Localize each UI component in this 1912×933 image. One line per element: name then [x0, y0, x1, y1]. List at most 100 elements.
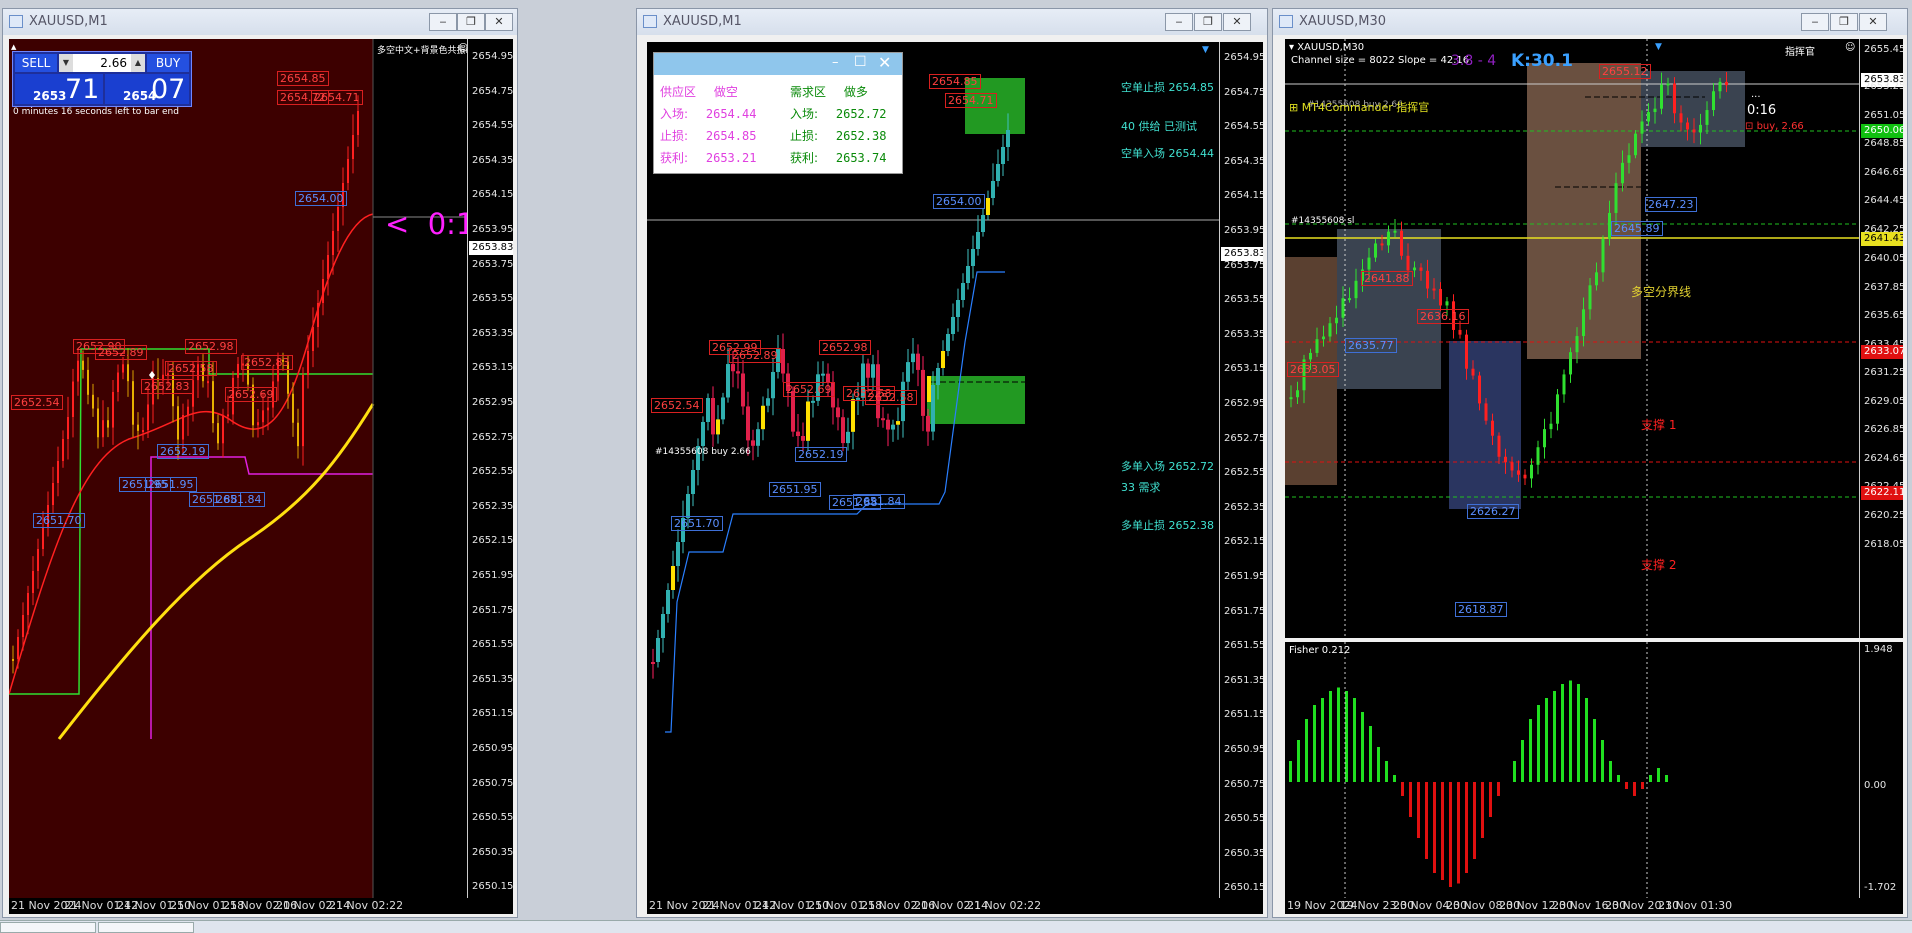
fisher-bar-positive	[1553, 691, 1556, 782]
mt4-commander-label[interactable]: ⊞ MT4Commander 指挥官	[1289, 99, 1429, 115]
chart-area[interactable]: ▼ ▾ XAUUSD,M30 Channel size = 8022 Slope…	[1285, 39, 1859, 638]
candle-body	[1523, 474, 1527, 479]
price-tick: 2650.06	[1861, 124, 1903, 138]
candle-body	[671, 566, 675, 590]
supply-demand-panel[interactable]: – ☐ ✕ 供应区 做空 入场: 2654.44 止损: 2654.85 获利:…	[653, 52, 903, 174]
demand-zone	[927, 376, 1025, 424]
candle-body	[132, 381, 134, 425]
buy-button[interactable]: BUY	[147, 54, 189, 72]
candle-body	[327, 255, 329, 279]
fisher-indicator-panel[interactable]: Fisher 0.212	[1285, 642, 1859, 898]
candle-body	[107, 420, 109, 428]
collapse-arrow-icon[interactable]: ▲	[11, 43, 16, 51]
fisher-bar-positive	[1337, 687, 1340, 782]
red-price-tag: 2654.71	[945, 93, 997, 108]
price-tick: 2652.55	[472, 466, 513, 478]
candle-body	[731, 364, 735, 372]
price-tick: 2652.55	[1224, 467, 1263, 479]
close-button[interactable]: ✕	[485, 13, 513, 31]
chart-tab-1[interactable]	[0, 922, 96, 933]
minimize-button[interactable]: ‒	[429, 13, 457, 31]
sell-price-box[interactable]: 2653 71	[15, 74, 103, 105]
close-button[interactable]: ✕	[1859, 13, 1887, 31]
price-tick: 2640.05	[1864, 253, 1903, 264]
candle-body	[1419, 267, 1423, 271]
price-tick: 2644.45	[1864, 195, 1903, 206]
candle-body	[791, 390, 795, 432]
candle-body	[187, 406, 189, 415]
fisher-bar-positive	[1569, 680, 1572, 782]
price-tick: 2651.35	[1224, 674, 1263, 686]
red-price-tag: 2652.58	[865, 390, 917, 405]
chart-window-1[interactable]: XAUUSD,M1 ‒ ❐ ✕ SELL ▼ 2.66 ▲ BUY 2653 7…	[2, 8, 518, 918]
candle-body	[1556, 394, 1559, 424]
title-bar-2[interactable]: XAUUSD,M1 ‒ ❐ ✕	[637, 9, 1267, 35]
minimize-button[interactable]: ‒	[1801, 13, 1829, 31]
lot-down-button[interactable]: ▼	[59, 54, 73, 72]
candle-body	[1465, 334, 1468, 369]
price-tick: 2653.55	[472, 293, 513, 305]
price-tick: 2653.25	[1864, 81, 1903, 92]
chart-area[interactable]: ▼ – ☐ ✕ 供应区 做空 入场: 2654.44 止损: 2654.85 获…	[647, 42, 1219, 898]
lot-up-button[interactable]: ▲	[131, 54, 145, 72]
candle-body	[676, 542, 680, 566]
candle-body	[37, 549, 39, 571]
panel-close-icon[interactable]: ✕	[878, 53, 891, 72]
fisher-bar-positive	[1649, 775, 1652, 782]
demand-marker	[927, 376, 931, 402]
chart-tab-2[interactable]	[98, 922, 194, 933]
price-tick: 2648.85	[1864, 138, 1903, 149]
candle-body	[1686, 122, 1689, 130]
candle-body	[1335, 317, 1338, 324]
time-axis[interactable]: 19 Nov 2024 19 Nov 23:30 20 Nov 04:30 20 No…	[1285, 898, 1903, 914]
level-price-tag: 2636.16	[1417, 309, 1469, 324]
title-bar-3[interactable]: XAUUSD,M30 ‒ ❐ ✕	[1273, 9, 1907, 35]
sell-button[interactable]: SELL	[15, 54, 57, 72]
chart-window-2[interactable]: XAUUSD,M1 ‒ ❐ ✕ ▼ – ☐ ✕ 供应区 做空 入场: 2654.…	[636, 8, 1268, 918]
price-axis[interactable]: 2654.95 2654.75 2654.55 2654.35 2654.15 2653.…	[1219, 42, 1263, 898]
candle-body	[951, 317, 955, 334]
price-tick: 2650.95	[472, 743, 513, 754]
buy-price-box[interactable]: 2654 07	[105, 74, 189, 105]
price-tick: 2652.95	[1224, 398, 1263, 409]
restore-button[interactable]: ❐	[457, 13, 485, 31]
time-axis[interactable]: 21 Nov 2024 21 Nov 01:42 21 Nov 01:50 21 No…	[647, 898, 1263, 914]
price-tick: 2651.55	[472, 639, 513, 651]
short-take-value: 2653.21	[705, 151, 757, 165]
candle-body	[1640, 121, 1644, 134]
price-tick: 2650.15	[1224, 882, 1263, 894]
panel-minimize-icon[interactable]: –	[832, 55, 839, 70]
panel-title-bar[interactable]: – ☐ ✕	[654, 53, 902, 75]
close-button[interactable]: ✕	[1223, 13, 1251, 31]
candle-body	[1006, 130, 1010, 147]
candle-body	[17, 637, 19, 659]
price-tick: 2651.75	[1224, 605, 1263, 617]
price-tick: 2651.55	[1224, 640, 1263, 652]
demand-label: 33 需求	[1121, 481, 1161, 494]
chart-area[interactable]: SELL ▼ 2.66 ▲ BUY 2653 71 2654 07 0 minu…	[9, 39, 467, 898]
candle-body	[1536, 447, 1540, 465]
restore-button[interactable]: ❐	[1194, 13, 1222, 31]
price-axis[interactable]: 2654.95 2654.75 2654.55 2654.35 2654.15 2653.…	[467, 39, 513, 898]
blue-price-tag: 2651.70	[671, 516, 723, 531]
candle-body	[881, 418, 885, 421]
price-tick: 2629.05	[1864, 396, 1903, 407]
time-axis[interactable]: 21 Nov 2024 21 Nov 01:42 21 Nov 01:50 21 No…	[9, 898, 513, 914]
lot-size-input[interactable]: 2.66	[73, 54, 131, 72]
candle-body	[312, 327, 314, 351]
price-axis[interactable]: 2655.45 2653.83 2653.25 2651.05 2650.06 2648.…	[1859, 39, 1903, 638]
candle-body	[1673, 83, 1676, 114]
fisher-bar-negative	[1633, 782, 1636, 796]
price-tick: 2653.15	[1224, 363, 1263, 375]
chart-window-3[interactable]: XAUUSD,M30 ‒ ❐ ✕ ▼ ▾ XAUUSD,M30 Channel …	[1272, 8, 1908, 918]
price-tick: 2626.85	[1864, 424, 1903, 435]
candle-body	[1413, 267, 1416, 271]
restore-button[interactable]: ❐	[1830, 13, 1858, 31]
time-tick: 21 Nov 01:30	[1658, 899, 1733, 912]
panel-restore-icon[interactable]: ☐	[854, 54, 867, 70]
fisher-bar-positive	[1545, 698, 1548, 782]
price-tick: 2633.07	[1861, 345, 1903, 359]
price-tick: 2650.35	[1224, 847, 1263, 859]
title-bar-1[interactable]: XAUUSD,M1 ‒ ❐ ✕	[3, 9, 517, 35]
minimize-button[interactable]: ‒	[1165, 13, 1193, 31]
